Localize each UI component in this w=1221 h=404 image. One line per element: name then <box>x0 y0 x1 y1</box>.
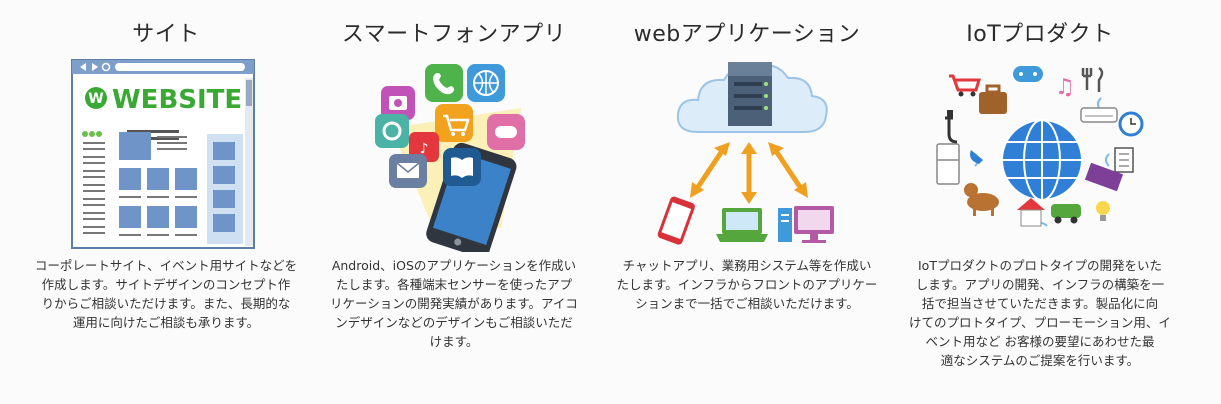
website-logo-text: WEBSITE <box>112 85 242 115</box>
service-site: サイト W WEBSITE コーポレートサイト、イベント用サイトなどを 作成しま… <box>21 0 311 404</box>
service-title: サイト <box>132 22 200 47</box>
service-description: コーポレートサイト、イベント用サイトなどを 作成します。サイトデザインのコンセプ… <box>34 258 298 330</box>
cloud-server-illustration <box>657 62 834 245</box>
iot-illustration: ♫ <box>936 66 1144 227</box>
service-description: IoTプロダクトのプロトタイプの開発をいた します。アプリの開発、インフラの構築… <box>909 258 1171 368</box>
service-title: スマートフォンアプリ <box>341 22 567 47</box>
service-smartphone-app: スマートフォンアプリ ♪ Android、iOSのアプリケーションを作成い たし… <box>309 0 599 404</box>
service-description: チャットアプリ、業務用システム等を作成い たします。インフラからフロントのアプリ… <box>616 258 878 311</box>
website-illustration: W WEBSITE <box>71 59 255 249</box>
services-section: サイト W WEBSITE コーポレートサイト、イベント用サイトなどを 作成しま… <box>0 0 1221 404</box>
svg-text:♫: ♫ <box>1055 75 1075 100</box>
service-web-application: webアプリケーション チャットアプリ、業務用システム等を作成い たします。イン… <box>602 0 892 404</box>
service-title: IoTプロダクト <box>966 22 1114 47</box>
service-description: Android、iOSのアプリケーションを作成い たします。各種端末センサーを使… <box>330 258 578 349</box>
svg-text:W: W <box>88 91 103 107</box>
smartphone-illustration: ♪ <box>375 64 525 252</box>
service-iot-product: IoTプロダクト ♫ IoTプロダクトのプロトタイプの開発をいた します。アプリ… <box>895 0 1185 404</box>
service-title: webアプリケーション <box>633 22 861 47</box>
